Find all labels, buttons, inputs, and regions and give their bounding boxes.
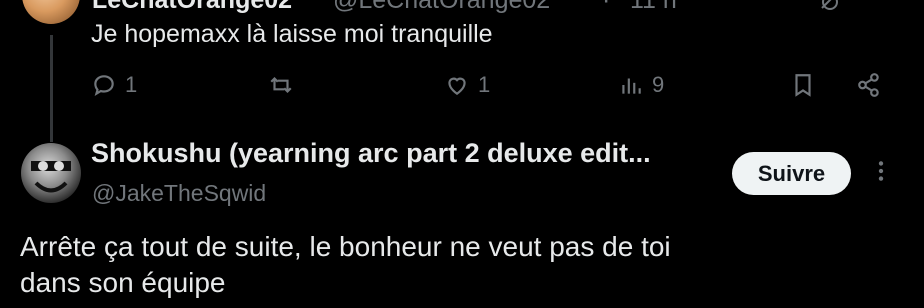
prev-tweet-time[interactable]: 11 h: [630, 0, 677, 15]
more-options-icon[interactable]: [868, 156, 894, 186]
reply-icon: [94, 75, 114, 96]
prev-tweet-text: Je hopemaxx là laisse moi tranquille: [91, 20, 493, 48]
thread-connector-line: [50, 35, 53, 142]
prev-tweet-display-name[interactable]: LeChatOrange02: [92, 0, 292, 15]
avatar-art: [31, 161, 71, 193]
reply-text-line1: Arrête ça tout de suite, le bonheur ne v…: [20, 231, 671, 262]
like-button[interactable]: 1: [444, 72, 490, 98]
reply-tweet-text: Arrête ça tout de suite, le bonheur ne v…: [20, 229, 900, 301]
retweet-icon: [270, 76, 292, 94]
follow-button[interactable]: Suivre: [732, 152, 851, 195]
grok-icon[interactable]: [818, 0, 842, 14]
cat-avatar-icon[interactable]: [22, 0, 80, 24]
bookmark-button[interactable]: [790, 72, 816, 98]
reply-handle[interactable]: @JakeTheSqwid: [92, 180, 266, 207]
analytics-icon: [622, 78, 641, 94]
views-button[interactable]: 9: [618, 72, 664, 98]
reply-display-name[interactable]: Shokushu (yearning arc part 2 deluxe edi…: [91, 138, 651, 169]
share-icon: [858, 73, 879, 97]
prev-tweet-handle[interactable]: @LeChatOrange02: [333, 0, 550, 15]
reply-button[interactable]: 1: [91, 72, 137, 98]
like-count: 1: [478, 72, 491, 97]
reply-count: 1: [125, 72, 138, 97]
bookmark-icon: [795, 74, 811, 97]
reply-text-line2: dans son équipe: [20, 267, 226, 298]
profile-avatar-icon[interactable]: [21, 143, 81, 203]
heart-icon: [448, 77, 466, 95]
views-count: 9: [652, 72, 665, 97]
prev-tweet-separator: ·: [602, 0, 611, 14]
share-button[interactable]: [856, 72, 882, 98]
retweet-button[interactable]: [268, 72, 302, 98]
